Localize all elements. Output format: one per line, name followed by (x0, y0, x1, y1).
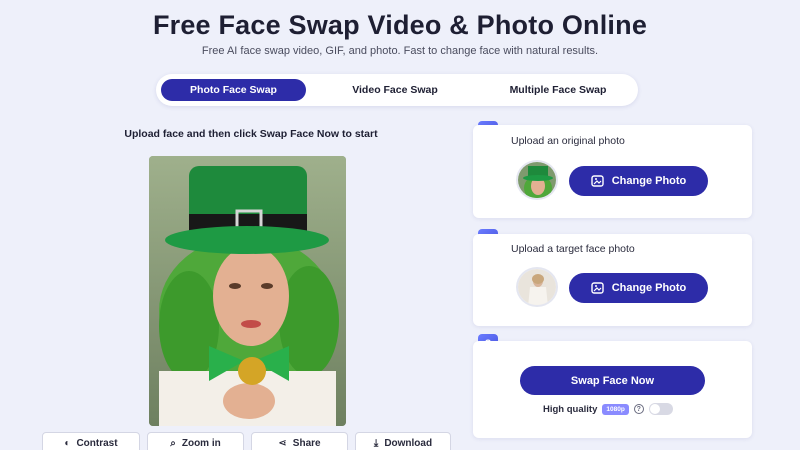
change-photo-label: Change Photo (611, 175, 687, 187)
zoom-in-button[interactable]: ⌕ Zoom in (147, 432, 244, 450)
quality-row: High quality 1080p ? (543, 403, 673, 415)
upload-hint: Upload face and then click Swap Face Now… (124, 128, 378, 140)
original-photo-thumbnail[interactable] (516, 160, 558, 200)
step-1-card: Upload an original photo Change Photo (473, 125, 752, 218)
photo-preview (149, 156, 346, 426)
high-quality-toggle[interactable] (648, 403, 673, 415)
contrast-label: Contrast (76, 437, 118, 449)
change-target-photo-button[interactable]: Change Photo (569, 273, 708, 303)
step-2-card: Upload a target face photo Change Photo (473, 234, 752, 326)
zoom-in-label: Zoom in (181, 437, 221, 449)
help-icon[interactable]: ? (633, 404, 644, 414)
preview-toolbar: ◐ Contrast ⌕ Zoom in ⋖ Share ⤓ Download (42, 432, 451, 450)
step-1-label: Upload an original photo (511, 135, 625, 147)
tab-multiple-face-swap[interactable]: Multiple Face Swap (484, 79, 632, 101)
swap-face-now-button[interactable]: Swap Face Now (520, 366, 705, 395)
share-label: Share (292, 437, 321, 449)
image-edit-icon (591, 281, 605, 295)
target-face-thumbnail[interactable] (516, 267, 558, 307)
download-button[interactable]: ⤓ Download (355, 432, 451, 450)
tab-video-face-swap[interactable]: Video Face Swap (306, 79, 484, 101)
download-label: Download (384, 437, 433, 449)
image-edit-icon (591, 174, 605, 188)
quality-badge: 1080p (602, 403, 629, 415)
mode-tabs: Photo Face Swap Video Face Swap Multiple… (156, 74, 638, 106)
change-photo-label: Change Photo (611, 282, 687, 294)
share-button[interactable]: ⋖ Share (251, 432, 348, 450)
step-2-label: Upload a target face photo (511, 243, 635, 255)
tab-photo-face-swap[interactable]: Photo Face Swap (161, 79, 306, 101)
contrast-button[interactable]: ◐ Contrast (42, 432, 140, 450)
contrast-icon: ◐ (64, 437, 71, 449)
quality-label: High quality (543, 403, 598, 415)
share-icon: ⋖ (278, 437, 287, 449)
page-subtitle: Free AI face swap video, GIF, and photo.… (201, 45, 599, 57)
change-original-photo-button[interactable]: Change Photo (569, 166, 708, 196)
zoom-in-icon: ⌕ (170, 437, 176, 449)
step-3-card: Swap Face Now High quality 1080p ? (473, 341, 752, 438)
page-title: Free Face Swap Video & Photo Online (152, 10, 648, 40)
download-icon: ⤓ (373, 437, 379, 449)
